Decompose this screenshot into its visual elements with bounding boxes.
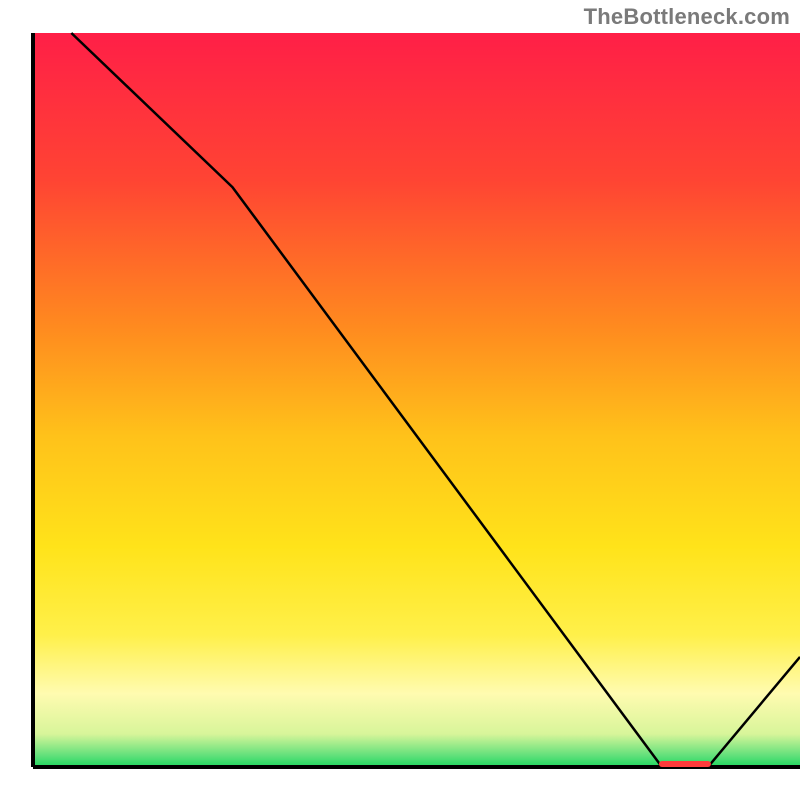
attribution-text: TheBottleneck.com xyxy=(584,4,790,30)
chart-plot-area xyxy=(33,33,800,767)
chart-svg xyxy=(0,0,800,800)
chart-container: TheBottleneck.com xyxy=(0,0,800,800)
